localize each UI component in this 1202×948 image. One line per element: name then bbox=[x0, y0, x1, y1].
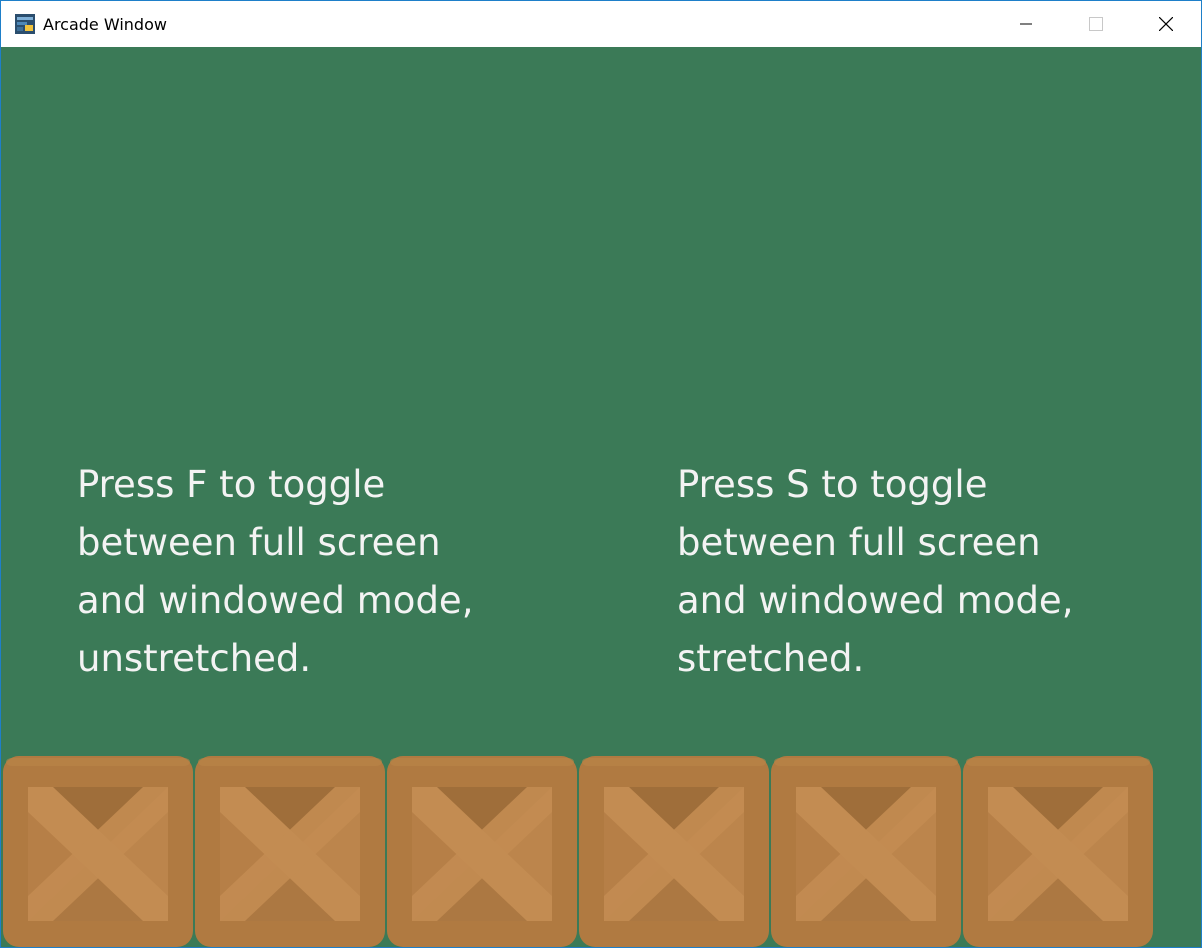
maximize-button[interactable] bbox=[1061, 1, 1131, 47]
minimize-icon bbox=[1020, 23, 1032, 25]
close-icon bbox=[1159, 17, 1173, 31]
instruction-text-unstretched: Press F to toggle between full screen an… bbox=[77, 463, 474, 680]
game-canvas[interactable]: Press F to toggle between full screen an… bbox=[1, 47, 1201, 947]
close-button[interactable] bbox=[1131, 1, 1201, 47]
arcade-window: Arcade Window Press F to toggle between … bbox=[0, 0, 1202, 948]
title-bar[interactable]: Arcade Window bbox=[1, 1, 1201, 47]
maximize-icon bbox=[1089, 17, 1103, 31]
python-arcade-icon bbox=[15, 14, 35, 34]
crate-sprite bbox=[579, 756, 769, 947]
crate-sprite bbox=[387, 756, 577, 947]
crate-sprite bbox=[195, 756, 385, 947]
crate-sprite bbox=[963, 756, 1153, 947]
crate-sprite bbox=[3, 756, 193, 947]
minimize-button[interactable] bbox=[991, 1, 1061, 47]
crate-sprite bbox=[771, 756, 961, 947]
instruction-text-stretched: Press S to toggle between full screen an… bbox=[677, 463, 1074, 680]
window-title: Arcade Window bbox=[43, 15, 167, 34]
crate-row bbox=[1, 756, 1201, 947]
